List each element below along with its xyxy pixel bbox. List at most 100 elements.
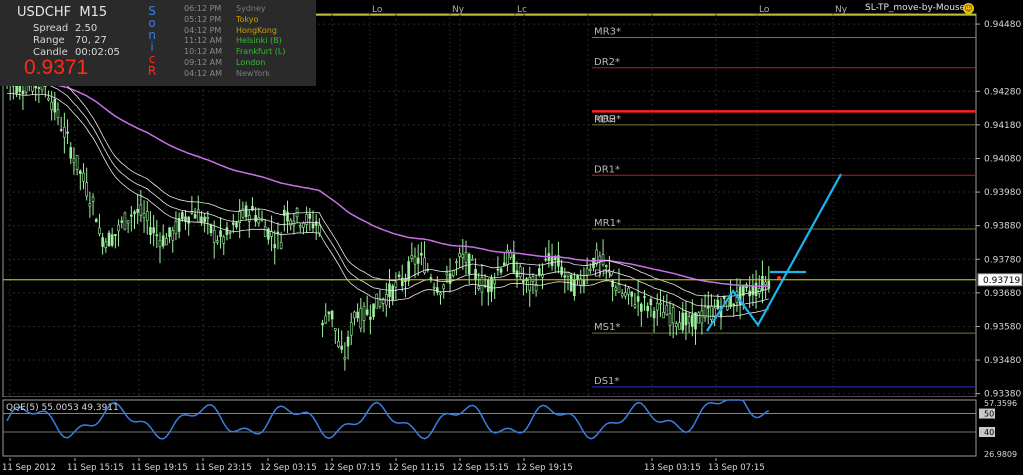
- spread-label: Spread: [33, 23, 69, 34]
- candle-body: [79, 170, 82, 175]
- candle-body: [114, 234, 117, 236]
- candle-body: [461, 253, 465, 259]
- candle-body: [652, 311, 656, 319]
- vertical-label: S o n i c R: [146, 5, 158, 77]
- candle-body: [283, 209, 286, 216]
- range-row: Range 70, 27: [33, 35, 107, 46]
- candle-body: [636, 296, 640, 302]
- candle-body: [518, 266, 522, 277]
- time-tick-label: 12 Sep 19:15: [516, 463, 573, 473]
- candle-body: [181, 212, 184, 220]
- candle-body: [59, 129, 63, 131]
- session-name: London: [236, 57, 266, 67]
- range-value: 70, 27: [75, 35, 107, 46]
- sl-tp-label: SL-TP_move-by-Mouse: [865, 3, 966, 13]
- candle-body: [158, 239, 162, 247]
- candle-body: [298, 225, 302, 228]
- candle-body: [302, 222, 305, 228]
- candle-body: [477, 286, 481, 290]
- candle-body: [104, 241, 108, 249]
- time-tick-label: 12 Sep 15:15: [452, 463, 509, 473]
- symbol-title: USDCHF M15: [17, 5, 107, 20]
- candle-body: [416, 257, 420, 264]
- candle-body: [675, 323, 678, 327]
- candle-body: [499, 268, 503, 273]
- session-name: Sydney: [236, 4, 266, 13]
- session-row: 04:12 PM HongKong: [184, 26, 285, 37]
- price-tick-label: 0.94180: [984, 121, 1021, 131]
- candle-body: [713, 307, 716, 318]
- qqe-axis: 57.3596 50 40 26.9809: [979, 399, 1017, 458]
- candle-body: [56, 109, 60, 119]
- candle-body: [681, 312, 685, 331]
- qqe-series: [6, 399, 770, 440]
- session-row: 11:12 AM Helsinki (B): [184, 36, 285, 47]
- qqe-indicator-panel[interactable]: 57.3596 50 40 26.9809 QQE(5) 55.0053 49.391…: [0, 398, 1023, 458]
- candle-body: [640, 303, 643, 312]
- candle-body: [397, 274, 401, 277]
- candle-body: [85, 182, 88, 197]
- price-tick-label: 0.94280: [984, 87, 1021, 97]
- candle-body: [659, 302, 662, 305]
- session-row: 06:12 PM Sydney: [184, 4, 285, 15]
- candle-body: [496, 268, 500, 271]
- candle-body: [136, 208, 139, 213]
- candle-body: [754, 282, 758, 297]
- candle-body: [244, 205, 248, 218]
- candle-body: [451, 270, 455, 276]
- smiley-icon: ☺: [963, 3, 974, 14]
- candle-body: [21, 90, 25, 94]
- candle-body: [251, 205, 254, 211]
- candle-body: [330, 310, 334, 320]
- candle-body: [576, 275, 579, 280]
- candle-body: [270, 231, 273, 237]
- price-tick-label: 0.93980: [984, 188, 1021, 198]
- time-tick-label: 11 Sep 15:15: [67, 463, 124, 473]
- session-marker: Ny: [452, 5, 465, 15]
- candle-body: [665, 304, 669, 315]
- qqe-frame: [2, 399, 977, 457]
- candle-body: [235, 222, 238, 228]
- time-tick-label: 12 Sep 07:15: [324, 463, 381, 473]
- candle-body: [404, 278, 407, 282]
- candle-body: [633, 304, 637, 308]
- candle-body: [279, 242, 283, 249]
- session-name: Tokyo: [236, 14, 259, 24]
- session-row: 04:12 AM NewYork: [184, 69, 285, 80]
- candle-body: [668, 313, 672, 326]
- session-marker: Lo: [759, 5, 770, 15]
- candle-body: [225, 227, 229, 235]
- candle-body: [582, 279, 586, 286]
- candle-body: [232, 222, 235, 225]
- candle-body: [439, 292, 442, 296]
- candle-body: [764, 281, 767, 286]
- session-marker: Lo: [372, 5, 383, 15]
- session-row: 05:12 PM Tokyo: [184, 15, 285, 26]
- price-tick-label: 0.94480: [984, 20, 1021, 30]
- candle-body: [732, 303, 736, 306]
- candle-body: [91, 196, 95, 202]
- candle-body: [286, 211, 289, 222]
- session-name: HongKong: [236, 25, 277, 35]
- candle-body: [82, 172, 85, 182]
- qqe-label: QQE(5) 55.0053 49.3911: [6, 403, 119, 413]
- session-name: NewYork: [236, 68, 271, 78]
- candle-body: [716, 299, 720, 309]
- time-tick-label: 11 Sep 2012: [2, 463, 56, 473]
- qqe-line: [6, 399, 770, 440]
- candle-body: [193, 214, 197, 219]
- candle-body: [66, 131, 69, 134]
- candle-body: [464, 252, 468, 263]
- candle-body: [493, 279, 496, 285]
- candle-body: [133, 211, 136, 215]
- time-tick-label: 13 Sep 07:15: [708, 463, 765, 473]
- candle-body: [75, 155, 79, 170]
- candle-body: [617, 284, 621, 293]
- candle-body: [145, 211, 149, 221]
- candle-body: [467, 253, 471, 275]
- candle-body: [742, 284, 745, 296]
- candle-body: [69, 147, 73, 159]
- price-tick-label: 0.93780: [984, 255, 1021, 265]
- candle-body: [324, 315, 328, 324]
- spread-value: 2.50: [75, 23, 98, 34]
